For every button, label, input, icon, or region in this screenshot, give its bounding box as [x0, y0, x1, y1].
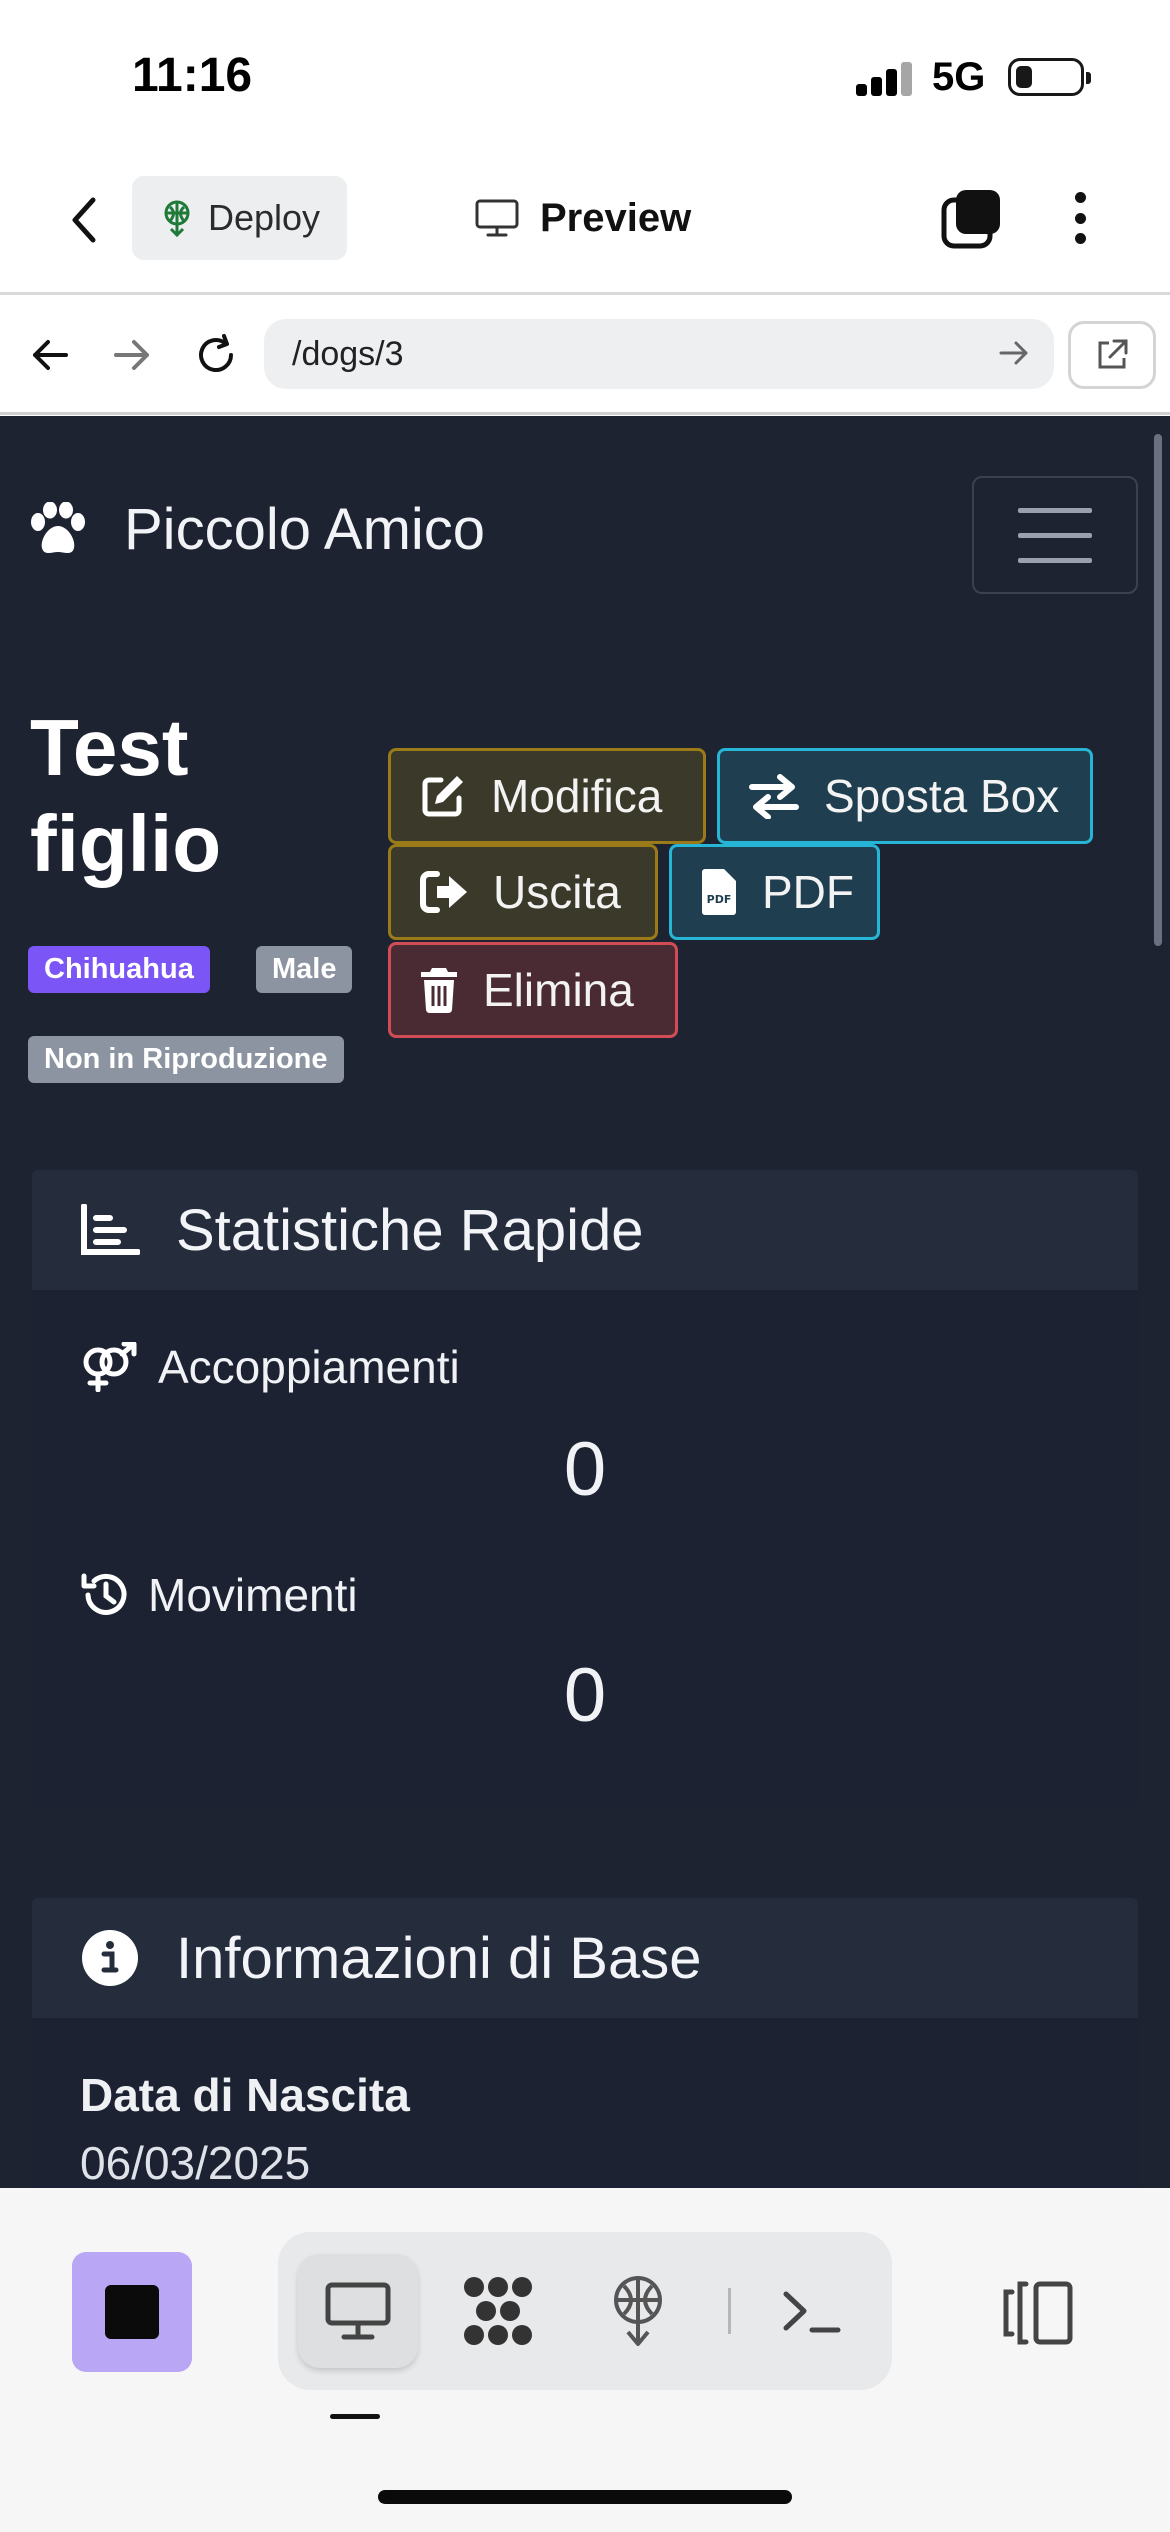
- birth-date-label: Data di Nascita: [80, 2069, 410, 2121]
- reload-button[interactable]: [186, 325, 246, 385]
- card-header: Statistiche Rapide: [32, 1170, 1138, 1290]
- home-indicator[interactable]: [378, 2490, 792, 2504]
- battery-icon: [1008, 58, 1091, 96]
- dot-icon: [1074, 192, 1086, 203]
- movements-label: Movimenti: [80, 1568, 358, 1622]
- page-title: Test figlio: [30, 703, 222, 888]
- arrow-left-icon: [33, 340, 68, 370]
- view-switcher: [278, 2232, 892, 2390]
- status-time: 11:16: [132, 49, 253, 102]
- exit-button[interactable]: Uscita: [388, 844, 658, 940]
- trash-icon: [421, 968, 457, 1014]
- hamburger-line: [1018, 532, 1092, 538]
- pdf-label: PDF: [762, 866, 854, 918]
- back-button[interactable]: [58, 190, 110, 250]
- venus-mars-icon: [83, 1342, 137, 1392]
- hamburger-line: [1018, 507, 1092, 513]
- deploy-icon: [614, 2276, 662, 2346]
- network-type: 5G: [932, 55, 986, 99]
- delete-label: Elimina: [483, 964, 634, 1016]
- tabs-button[interactable]: [940, 186, 1004, 250]
- arrow-right-icon: [114, 340, 149, 370]
- breed-badge: Chihuahua: [28, 946, 210, 993]
- quick-stats-card: Statistiche Rapide Accoppiamenti 0 Movim…: [32, 1170, 1138, 1810]
- url-input[interactable]: /dogs/3: [264, 319, 1054, 389]
- movements-label-text: Movimenti: [148, 1569, 358, 1621]
- console-view-button[interactable]: [752, 2254, 872, 2368]
- monitor-icon: [475, 199, 519, 237]
- card-header: Informazioni di Base: [32, 1898, 1138, 2018]
- move-box-button[interactable]: Sposta Box: [717, 748, 1093, 844]
- hamburger-line: [1018, 557, 1092, 563]
- go-arrow-icon[interactable]: [996, 335, 1032, 371]
- more-options-button[interactable]: [1062, 186, 1098, 250]
- nodes-icon: [464, 2277, 532, 2345]
- delete-button[interactable]: Elimina: [388, 942, 678, 1038]
- bar-chart-icon: [81, 1204, 140, 1255]
- movements-value: 0: [563, 1653, 607, 1738]
- matings-label-text: Accoppiamenti: [158, 1341, 460, 1393]
- tabs-icon: [941, 190, 1000, 249]
- deploy-icon: [164, 200, 190, 237]
- edit-label: Modifica: [491, 770, 663, 822]
- preview-tab[interactable]: Preview: [474, 188, 691, 248]
- active-tab-indicator: [330, 2414, 380, 2419]
- deploy-view-button[interactable]: [578, 2254, 698, 2368]
- open-external-button[interactable]: [1068, 321, 1156, 389]
- browser-forward-button[interactable]: [102, 325, 162, 385]
- deploy-button[interactable]: Deploy: [132, 176, 347, 260]
- split-view-button[interactable]: [1000, 2278, 1076, 2348]
- matings-value: 0: [563, 1427, 607, 1512]
- chevron-left-icon: [72, 197, 96, 243]
- info-circle-icon: [82, 1930, 138, 1986]
- deploy-label: Deploy: [208, 197, 321, 238]
- monitor-icon: [325, 2282, 391, 2340]
- web-content: Piccolo Amico Test figlio Chihuahua Male…: [0, 416, 1170, 2188]
- divider: [728, 2288, 731, 2334]
- history-icon: [81, 1573, 127, 1615]
- birth-date-value: 06/03/2025: [80, 2137, 311, 2188]
- matings-label: Accoppiamenti: [80, 1340, 460, 1394]
- basic-info-title: Informazioni di Base: [176, 1925, 702, 1991]
- workflows-view-button[interactable]: [438, 2254, 558, 2368]
- external-link-icon: [1098, 339, 1128, 369]
- edit-button[interactable]: Modifica: [388, 748, 706, 844]
- pdf-button[interactable]: PDF PDF: [669, 844, 880, 940]
- split-view-icon: [1003, 2281, 1073, 2345]
- edit-icon: [422, 776, 463, 817]
- file-pdf-icon: PDF: [702, 869, 736, 915]
- app-toolbar: Deploy Preview: [0, 150, 1170, 295]
- basic-info-card: Informazioni di Base Data di Nascita 06/…: [32, 1898, 1138, 2188]
- brand-name: Piccolo Amico: [124, 497, 486, 562]
- quick-stats-title: Statistiche Rapide: [176, 1197, 644, 1263]
- stop-button[interactable]: [72, 2252, 192, 2372]
- browser-nav-bar: /dogs/3: [0, 295, 1170, 415]
- signal-icon: [856, 62, 914, 96]
- breeding-status-badge: Non in Riproduzione: [28, 1036, 344, 1083]
- menu-toggle-button[interactable]: [972, 476, 1138, 594]
- scrollbar[interactable]: [1154, 434, 1162, 946]
- sign-out-icon: [420, 871, 467, 913]
- exit-label: Uscita: [493, 866, 621, 918]
- reload-icon: [199, 334, 233, 372]
- paw-icon: [31, 501, 85, 553]
- dot-icon: [1074, 233, 1086, 244]
- url-text: /dogs/3: [292, 334, 404, 373]
- svg-text:PDF: PDF: [707, 893, 732, 906]
- terminal-icon: [783, 2291, 841, 2333]
- dot-icon: [1074, 212, 1086, 224]
- preview-label: Preview: [540, 195, 692, 240]
- stop-icon: [105, 2285, 159, 2339]
- sex-badge: Male: [256, 946, 353, 993]
- navbar-brand[interactable]: Piccolo Amico: [28, 496, 485, 563]
- status-bar: 11:16 5G: [0, 0, 1170, 150]
- move-box-label: Sposta Box: [824, 770, 1060, 822]
- preview-view-button[interactable]: [298, 2254, 418, 2368]
- browser-back-button[interactable]: [20, 325, 80, 385]
- exchange-icon: [749, 774, 799, 819]
- bottom-toolbar: [0, 2188, 1170, 2532]
